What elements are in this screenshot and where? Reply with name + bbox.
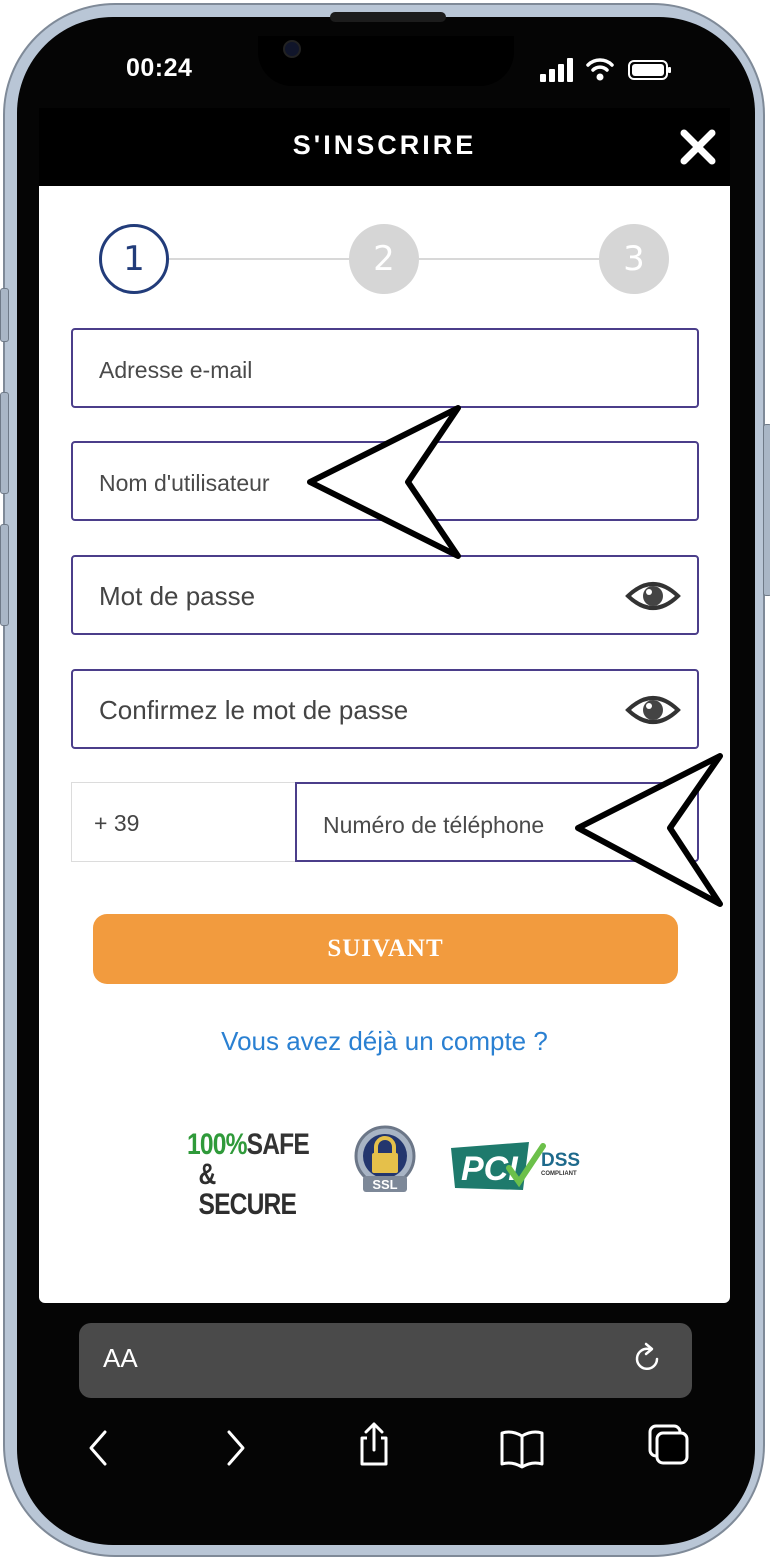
signal-icon bbox=[540, 58, 573, 82]
step-connector bbox=[419, 258, 599, 260]
annotation-arrow-phone bbox=[575, 753, 723, 907]
step-2: 2 bbox=[349, 224, 419, 294]
step-1: 1 bbox=[99, 224, 169, 294]
camera-icon bbox=[283, 40, 301, 58]
safe-badge-secure: & SECURE bbox=[198, 1158, 297, 1221]
confirm-password-placeholder: Confirmez le mot de passe bbox=[99, 695, 409, 725]
safe-badge-safe: SAFE bbox=[246, 1128, 310, 1161]
safe-badge-percent: 100% bbox=[187, 1128, 247, 1161]
password-field[interactable]: Mot de passe bbox=[71, 555, 699, 635]
speaker-grille bbox=[330, 12, 446, 22]
email-placeholder: Adresse e-mail bbox=[99, 357, 253, 383]
annotation-arrow-username bbox=[307, 405, 461, 559]
forward-icon[interactable] bbox=[210, 1424, 258, 1472]
safe-secure-badge: 100%SAFE & SECURE bbox=[187, 1128, 310, 1221]
page-title: S'INSCRIRE bbox=[292, 130, 477, 160]
country-code-select[interactable]: + 39 bbox=[71, 782, 297, 862]
step-3: 3 bbox=[599, 224, 669, 294]
username-placeholder: Nom d'utilisateur bbox=[99, 470, 270, 496]
volume-up-button bbox=[0, 392, 9, 494]
next-button[interactable]: SUIVANT bbox=[93, 914, 678, 984]
phone-number-placeholder: Numéro de téléphone bbox=[323, 812, 545, 838]
wifi-icon bbox=[586, 58, 614, 81]
bookmarks-icon[interactable] bbox=[498, 1424, 546, 1472]
eye-icon[interactable] bbox=[625, 691, 681, 729]
progress-stepper: 1 2 3 bbox=[99, 222, 671, 296]
ssl-lock-icon: SSL bbox=[354, 1125, 416, 1192]
pci-dss-badge: PCI DSS COMPLIANT bbox=[451, 1142, 580, 1190]
password-placeholder: Mot de passe bbox=[99, 581, 256, 611]
login-link[interactable]: Vous avez déjà un compte ? bbox=[39, 1026, 730, 1057]
compliant-label: COMPLIANT bbox=[541, 1171, 577, 1177]
email-field[interactable]: Adresse e-mail bbox=[71, 328, 699, 408]
text-size-button[interactable]: AA bbox=[103, 1343, 138, 1374]
tabs-icon[interactable] bbox=[644, 1420, 692, 1468]
reload-icon[interactable] bbox=[627, 1339, 667, 1379]
security-badges: 100%SAFE & SECURE SSL PCI DSS COMPLIANT bbox=[39, 1124, 730, 1220]
header-bar: S'INSCRIRE bbox=[39, 108, 730, 186]
share-icon[interactable] bbox=[350, 1420, 398, 1468]
app-screen: S'INSCRIRE 1 2 3 Adresse e-mail Nom d'ut… bbox=[39, 108, 730, 1303]
close-icon[interactable] bbox=[679, 128, 717, 166]
country-code-value: + 39 bbox=[94, 810, 140, 836]
volume-down-button bbox=[0, 524, 9, 626]
mute-switch bbox=[0, 288, 9, 342]
status-time: 00:24 bbox=[126, 54, 193, 82]
battery-icon bbox=[628, 60, 671, 80]
browser-address-bar[interactable]: AA bbox=[79, 1323, 692, 1398]
power-button bbox=[763, 424, 770, 596]
confirm-password-field[interactable]: Confirmez le mot de passe bbox=[71, 669, 699, 749]
step-connector bbox=[169, 258, 349, 260]
dss-label: DSS bbox=[541, 1150, 580, 1171]
back-icon[interactable] bbox=[76, 1424, 124, 1472]
ssl-label: SSL bbox=[372, 1177, 397, 1192]
eye-icon[interactable] bbox=[625, 577, 681, 615]
